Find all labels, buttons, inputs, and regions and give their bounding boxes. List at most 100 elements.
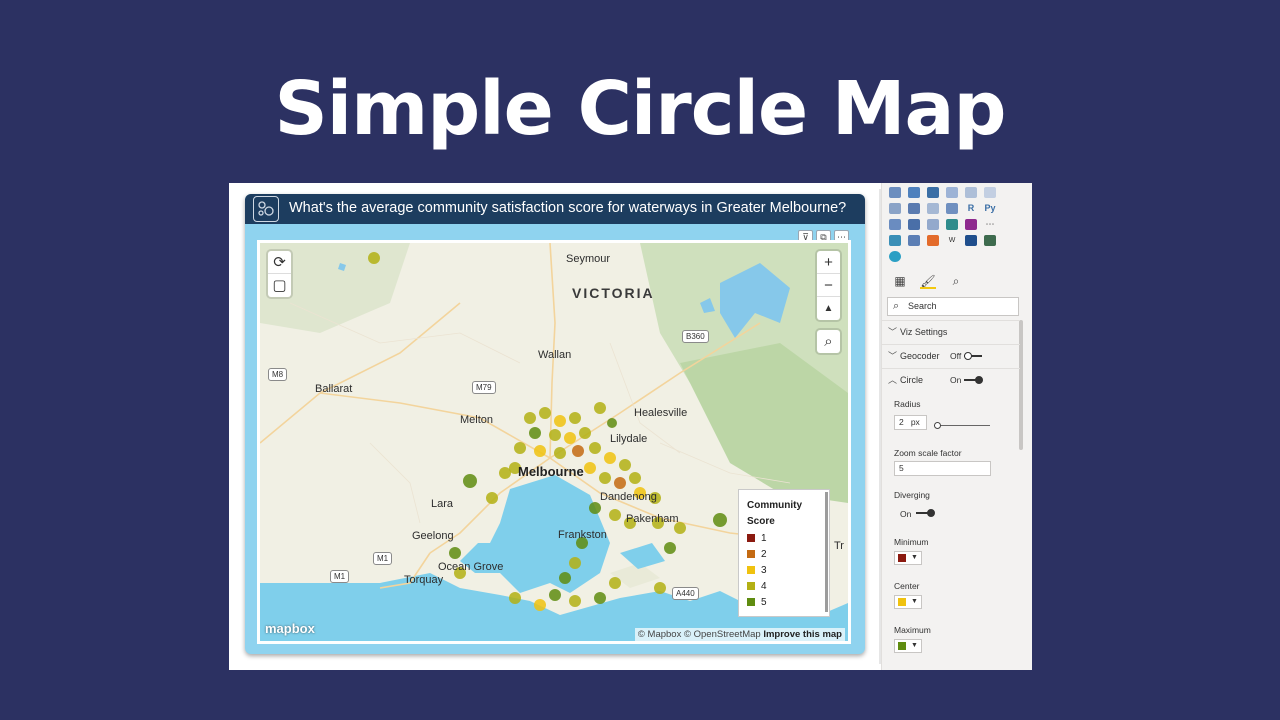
map-label-wallan: Wallan <box>538 349 572 361</box>
section-circle[interactable]: ︿ Circle On <box>882 368 1020 391</box>
viz-icon[interactable] <box>889 203 901 214</box>
section-label: Circle <box>900 375 924 385</box>
diverging-label: Diverging <box>894 490 930 500</box>
radius-input[interactable]: 2 px <box>894 415 927 430</box>
legend-item: 2 <box>747 546 821 562</box>
word-cloud-icon[interactable]: W <box>946 235 958 246</box>
viz-icon[interactable] <box>927 203 939 214</box>
legend-scrollbar[interactable] <box>825 492 828 612</box>
viz-icon[interactable] <box>908 235 920 246</box>
chevron-down-icon: ▼ <box>911 554 918 561</box>
legend-swatch <box>747 566 755 574</box>
viz-icon[interactable] <box>927 235 939 246</box>
viz-icon[interactable] <box>927 219 939 230</box>
zoom-scale-input[interactable]: 5 <box>894 461 991 476</box>
viz-icon[interactable] <box>889 251 901 262</box>
legend-title-line-2: Score <box>747 516 775 527</box>
legend-title-line-1: Community <box>747 500 802 511</box>
road-shield-b360: B360 <box>682 330 709 343</box>
viz-icon[interactable] <box>965 187 977 198</box>
map-canvas[interactable]: VICTORIA Seymour Wallan Ballarat Melton … <box>257 240 851 644</box>
chevron-down-icon: ﹀ <box>888 351 898 361</box>
improve-map-link[interactable]: Improve this map <box>763 629 842 640</box>
road-shield-m1-west: M1 <box>330 570 350 583</box>
viz-icon[interactable] <box>908 219 920 230</box>
pane-search-input[interactable]: ⌕ Search <box>887 297 1019 316</box>
r-visual-icon[interactable]: R <box>965 203 977 214</box>
viz-icon[interactable] <box>889 219 901 230</box>
map-visual[interactable]: What's the average community satisfactio… <box>245 194 865 654</box>
viz-icon[interactable] <box>946 219 958 230</box>
minimum-label: Minimum <box>894 537 929 547</box>
viz-icon[interactable] <box>965 219 977 230</box>
legend-label: 2 <box>761 548 767 560</box>
geocoder-search-button[interactable]: ⌕ <box>817 330 840 353</box>
zoom-scale-label: Zoom scale factor <box>894 448 962 458</box>
radius-unit: px <box>910 417 920 427</box>
chevron-down-icon: ▼ <box>911 598 918 605</box>
section-label: Geocoder <box>900 351 940 361</box>
viz-icon[interactable] <box>908 187 920 198</box>
section-viz-settings[interactable]: ﹀ Viz Settings <box>882 320 1020 343</box>
visual-header: What's the average community satisfactio… <box>245 194 865 224</box>
box-select-icon[interactable]: ▢ <box>268 274 291 297</box>
center-color-picker[interactable]: ▼ <box>894 595 922 609</box>
compass-button[interactable]: ▲ <box>817 297 840 320</box>
color-swatch <box>898 554 906 562</box>
geocoder-toggle[interactable] <box>964 352 982 360</box>
more-visuals-icon[interactable]: ⋯ <box>984 219 996 230</box>
viz-icon[interactable] <box>946 203 958 214</box>
map-label-melbourne: Melbourne <box>518 464 584 479</box>
viz-icon[interactable] <box>889 187 901 198</box>
viz-icon[interactable] <box>908 203 920 214</box>
map-label-torquay: Torquay <box>404 574 444 586</box>
legend-label: 1 <box>761 532 767 544</box>
legend-item: 1 <box>747 530 821 546</box>
python-visual-icon[interactable]: Py <box>984 203 996 214</box>
visual-title: What's the average community satisfactio… <box>289 200 847 216</box>
road-shield-m79: M79 <box>472 381 496 394</box>
visualizations-gallery: R Py ⋯ W <box>887 185 1002 265</box>
powerbi-screenshot: What's the average community satisfactio… <box>229 183 1032 670</box>
radius-slider[interactable] <box>934 422 990 430</box>
format-pane: R Py ⋯ W ▦ 🖌 ⌕ ⌕ Search ﹀ Viz Settings ﹀… <box>881 183 1032 670</box>
maximum-label: Maximum <box>894 625 931 635</box>
zoom-in-button[interactable]: + <box>817 251 840 274</box>
attribution-text[interactable]: © Mapbox © OpenStreetMap <box>638 629 761 640</box>
section-geocoder[interactable]: ﹀ Geocoder Off <box>882 344 1020 367</box>
search-placeholder: Search <box>908 301 937 311</box>
maximum-color-picker[interactable]: ▼ <box>894 639 922 653</box>
chevron-down-icon: ﹀ <box>888 327 898 337</box>
map-label-dandenong: Dandenong <box>600 491 657 503</box>
map-visual-icon <box>253 196 279 222</box>
map-attribution: © Mapbox © OpenStreetMap Improve this ma… <box>634 628 845 641</box>
viz-icon[interactable] <box>984 187 996 198</box>
viz-icon[interactable] <box>984 235 996 246</box>
mapbox-logo[interactable]: mapbox <box>265 621 315 636</box>
road-shield-m1: M1 <box>373 552 393 565</box>
legend-label: 4 <box>761 580 767 592</box>
viz-icon[interactable] <box>927 187 939 198</box>
zoom-out-button[interactable]: − <box>817 274 840 297</box>
map-label-pakenham: Pakenham <box>626 513 679 525</box>
circle-toggle[interactable] <box>964 376 983 384</box>
legend-swatch <box>747 582 755 590</box>
map-label-seymour: Seymour <box>566 253 611 265</box>
viz-icon[interactable] <box>889 235 901 246</box>
selection-tools: ⟳ ▢ <box>268 251 291 297</box>
legend-swatch <box>747 598 755 606</box>
analytics-icon[interactable]: ⌕ <box>948 273 964 289</box>
lasso-select-icon[interactable]: ⟳ <box>268 251 291 274</box>
viz-icon[interactable] <box>946 187 958 198</box>
chevron-down-icon: ▼ <box>911 642 918 649</box>
legend-item: 3 <box>747 562 821 578</box>
simple-circle-map-icon[interactable] <box>965 235 977 246</box>
map-label-frankston: Frankston <box>558 529 607 541</box>
fields-icon[interactable]: ▦ <box>892 273 908 289</box>
diverging-toggle[interactable] <box>916 509 935 517</box>
road-shield-a440: A440 <box>672 587 699 600</box>
zoom-controls: + − ▲ <box>817 251 840 320</box>
minimum-color-picker[interactable]: ▼ <box>894 551 922 565</box>
format-paint-icon[interactable]: 🖌 <box>920 273 936 289</box>
pane-tabs: ▦ 🖌 ⌕ <box>892 273 964 289</box>
